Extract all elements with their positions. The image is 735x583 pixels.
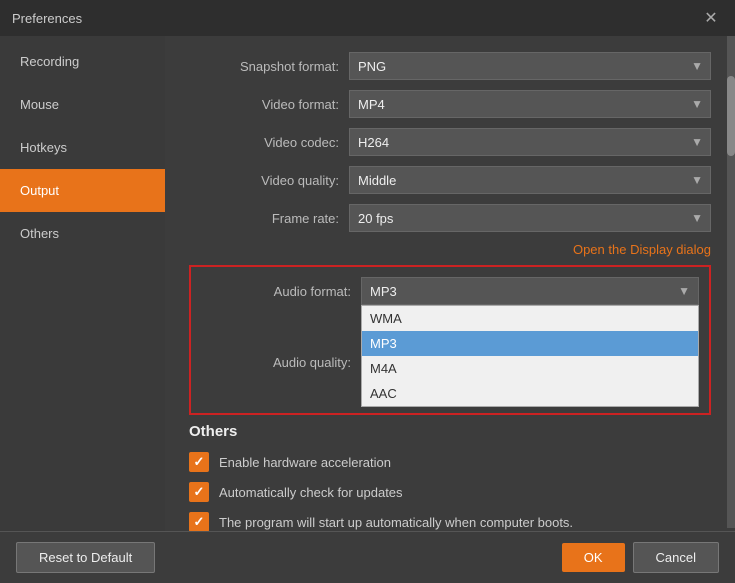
ok-button[interactable]: OK [562,543,625,572]
sidebar-item-output[interactable]: Output [0,169,165,212]
checkbox-hardware-label: Enable hardware acceleration [219,455,391,470]
video-codec-select[interactable]: H264 [349,128,711,156]
audio-quality-label: Audio quality: [201,355,361,370]
dialog-title: Preferences [12,11,82,26]
audio-option-wma[interactable]: WMA [362,306,698,331]
others-title: Others [189,423,711,440]
audio-format-wrapper: MP3 ▼ WMA MP3 M4A AAC [361,277,699,305]
video-quality-label: Video quality: [189,173,349,188]
snapshot-format-row: Snapshot format: PNG ▼ [189,52,711,80]
audio-format-row: Audio format: MP3 ▼ WMA MP3 M4A AAC [201,277,699,305]
footer: Reset to Default OK Cancel [0,531,735,583]
audio-option-aac[interactable]: AAC [362,381,698,406]
video-codec-label: Video codec: [189,135,349,150]
main-panel: Snapshot format: PNG ▼ Video format: MP4… [165,36,735,531]
video-format-label: Video format: [189,97,349,112]
audio-section: Audio format: MP3 ▼ WMA MP3 M4A AAC [189,265,711,415]
main-content: Recording Mouse Hotkeys Output Others Sn… [0,36,735,531]
video-format-wrapper: MP4 ▼ [349,90,711,118]
frame-rate-wrapper: 20 fps ▼ [349,204,711,232]
frame-rate-select[interactable]: 20 fps [349,204,711,232]
checkbox-hardware[interactable] [189,452,209,472]
audio-format-value: MP3 [370,284,397,299]
audio-format-display[interactable]: MP3 ▼ [361,277,699,305]
close-button[interactable]: ✕ [699,6,723,30]
frame-rate-row: Frame rate: 20 fps ▼ [189,204,711,232]
sidebar: Recording Mouse Hotkeys Output Others [0,36,165,531]
frame-rate-label: Frame rate: [189,211,349,226]
checkbox-updates[interactable] [189,482,209,502]
audio-option-m4a[interactable]: M4A [362,356,698,381]
checkbox-row-3: The program will start up automatically … [189,512,711,531]
snapshot-format-wrapper: PNG ▼ [349,52,711,80]
footer-right: OK Cancel [562,542,719,573]
sidebar-item-mouse[interactable]: Mouse [0,83,165,126]
open-display-link[interactable]: Open the Display dialog [573,242,711,257]
video-codec-wrapper: H264 ▼ [349,128,711,156]
preferences-dialog: Preferences ✕ Recording Mouse Hotkeys Ou… [0,0,735,583]
video-quality-wrapper: Middle ▼ [349,166,711,194]
sidebar-item-others[interactable]: Others [0,212,165,255]
audio-format-arrow-icon: ▼ [678,284,690,298]
audio-option-mp3[interactable]: MP3 [362,331,698,356]
video-quality-select[interactable]: Middle [349,166,711,194]
audio-format-label: Audio format: [201,284,361,299]
checkbox-autostart-label: The program will start up automatically … [219,515,573,530]
checkbox-autostart[interactable] [189,512,209,531]
audio-format-dropdown[interactable]: WMA MP3 M4A AAC [361,305,699,407]
video-format-row: Video format: MP4 ▼ [189,90,711,118]
video-format-select[interactable]: MP4 [349,90,711,118]
scrollbar-thumb[interactable] [727,76,735,156]
cancel-button[interactable]: Cancel [633,542,719,573]
checkbox-row-1: Enable hardware acceleration [189,452,711,472]
reset-button[interactable]: Reset to Default [16,542,155,573]
checkbox-row-2: Automatically check for updates [189,482,711,502]
sidebar-item-recording[interactable]: Recording [0,40,165,83]
sidebar-item-hotkeys[interactable]: Hotkeys [0,126,165,169]
video-quality-row: Video quality: Middle ▼ [189,166,711,194]
snapshot-format-label: Snapshot format: [189,59,349,74]
snapshot-format-select[interactable]: PNG [349,52,711,80]
display-link-row: Open the Display dialog [189,242,711,257]
video-codec-row: Video codec: H264 ▼ [189,128,711,156]
title-bar: Preferences ✕ [0,0,735,36]
checkbox-updates-label: Automatically check for updates [219,485,403,500]
scrollbar[interactable] [727,36,735,528]
